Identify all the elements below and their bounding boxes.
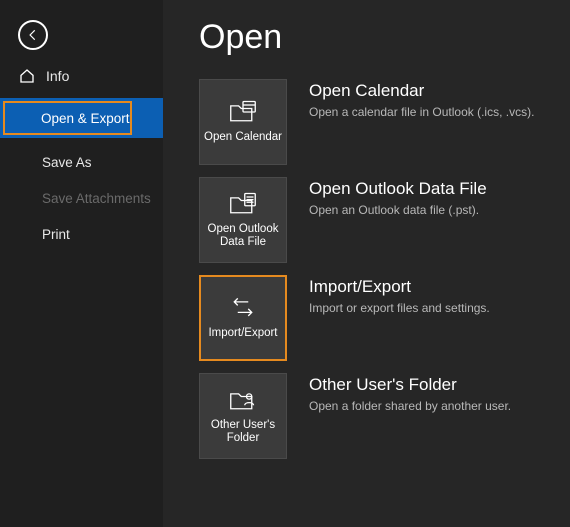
home-icon <box>18 67 36 85</box>
data-file-folder-icon <box>229 191 257 217</box>
backstage-sidebar: Info Open & Export Save As Save Attachme… <box>0 0 163 527</box>
sidebar-item-save-attachments: Save Attachments <box>0 180 163 216</box>
tile-label: Import/Export <box>208 327 277 340</box>
sidebar-item-label: Info <box>46 68 69 84</box>
user-folder-icon <box>229 387 257 413</box>
sidebar-item-open-export[interactable]: Open & Export <box>0 98 163 138</box>
tile-import-export[interactable]: Import/Export <box>199 275 287 361</box>
tile-row-import-export: Import/Export Import/Export Import or ex… <box>199 275 550 361</box>
sidebar-item-info[interactable]: Info <box>0 58 163 94</box>
tile-label: Other User's Folder <box>204 419 282 445</box>
tile-title: Open Calendar <box>309 81 550 101</box>
import-export-arrows-icon <box>229 295 257 321</box>
tile-open-calendar[interactable]: Open Calendar <box>199 79 287 165</box>
tile-row-other-user: Other User's Folder Other User's Folder … <box>199 373 550 459</box>
calendar-folder-icon <box>229 99 257 125</box>
tile-desc: Import or export files and settings. <box>309 301 550 315</box>
tile-label: Open Outlook Data File <box>204 223 282 249</box>
sidebar-item-label: Save Attachments <box>42 191 151 206</box>
tile-text-other-user: Other User's Folder Open a folder shared… <box>309 373 550 413</box>
sidebar-item-print[interactable]: Print <box>0 216 163 252</box>
tile-desc: Open a folder shared by another user. <box>309 399 550 413</box>
sidebar-item-label: Open & Export <box>41 111 130 126</box>
tile-other-user-folder[interactable]: Other User's Folder <box>199 373 287 459</box>
tile-text-open-datafile: Open Outlook Data File Open an Outlook d… <box>309 177 550 217</box>
main-panel: Open Open Calendar Open Calendar Open a … <box>163 0 570 527</box>
tile-row-open-calendar: Open Calendar Open Calendar Open a calen… <box>199 79 550 165</box>
tile-text-import-export: Import/Export Import or export files and… <box>309 275 550 315</box>
tile-label: Open Calendar <box>204 131 282 144</box>
sidebar-item-label: Save As <box>42 155 92 170</box>
sidebar-item-open-export-inner: Open & Export <box>3 101 132 135</box>
arrow-left-icon <box>26 28 40 42</box>
tile-row-open-datafile: Open Outlook Data File Open Outlook Data… <box>199 177 550 263</box>
sidebar-item-save-as[interactable]: Save As <box>0 144 163 180</box>
tile-desc: Open a calendar file in Outlook (.ics, .… <box>309 105 550 119</box>
back-button[interactable] <box>18 20 48 50</box>
tile-title: Other User's Folder <box>309 375 550 395</box>
tile-title: Open Outlook Data File <box>309 179 550 199</box>
tile-open-datafile[interactable]: Open Outlook Data File <box>199 177 287 263</box>
tile-title: Import/Export <box>309 277 550 297</box>
tile-text-open-calendar: Open Calendar Open a calendar file in Ou… <box>309 79 550 119</box>
tile-list: Open Calendar Open Calendar Open a calen… <box>199 79 550 459</box>
page-title: Open <box>199 18 550 57</box>
tile-desc: Open an Outlook data file (.pst). <box>309 203 550 217</box>
sidebar-item-label: Print <box>42 227 70 242</box>
